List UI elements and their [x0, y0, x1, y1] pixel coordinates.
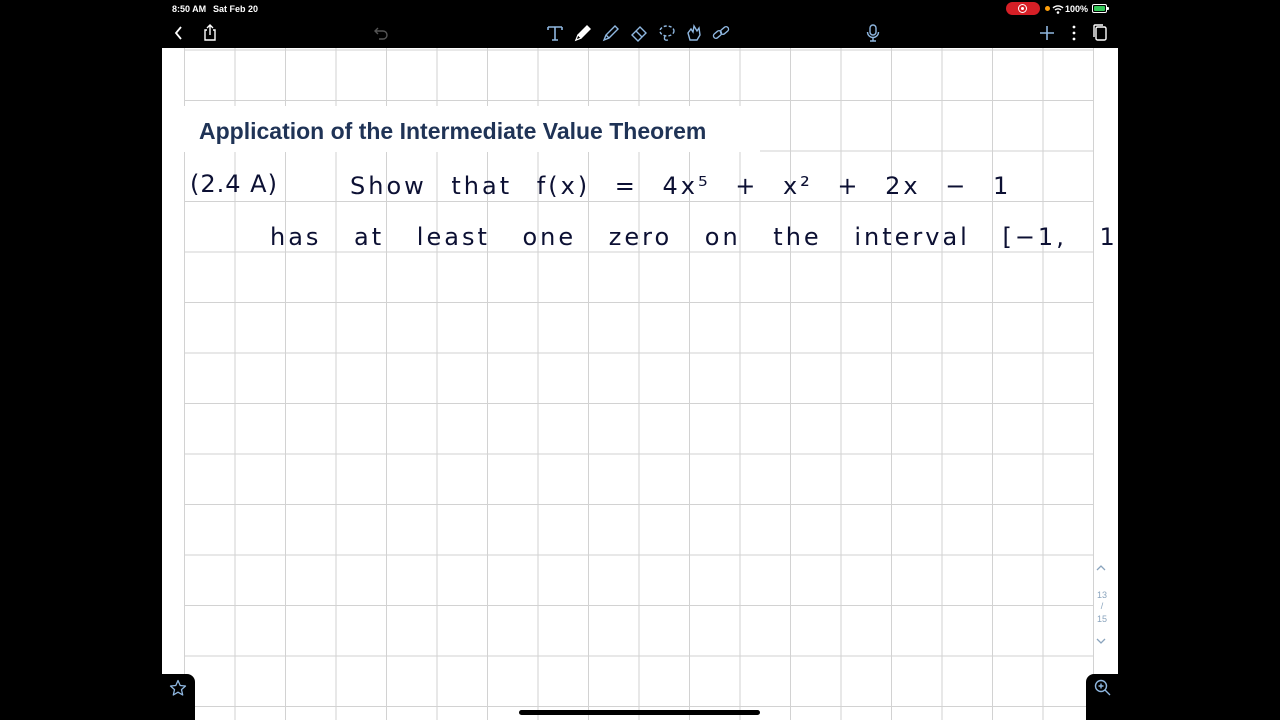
shapes-tool-button[interactable]	[683, 22, 705, 44]
notebook-page[interactable]: Application of the Intermediate Value Th…	[162, 48, 1118, 720]
share-icon	[204, 24, 216, 41]
text-tool-icon	[547, 26, 563, 41]
toolbar	[162, 18, 1118, 48]
pages-button[interactable]	[1089, 22, 1111, 44]
lasso-tool-button[interactable]	[656, 22, 678, 44]
favorite-button[interactable]	[162, 674, 195, 720]
add-page-icon	[1040, 26, 1054, 40]
page-down-button[interactable]	[1095, 637, 1107, 647]
chevron-down-icon	[1096, 638, 1106, 644]
more-icon	[1072, 25, 1076, 41]
microphone-icon	[866, 24, 880, 42]
eraser-tool-icon	[631, 26, 647, 42]
undo-icon	[374, 27, 388, 40]
page-navigation: 13 / 15	[1092, 560, 1112, 650]
pages-icon	[1093, 24, 1107, 41]
handwritten-line-2: has at least one zero on the interval [−…	[270, 223, 1118, 251]
share-button[interactable]	[199, 22, 221, 44]
problem-label: (2.4 A)	[190, 170, 278, 198]
battery-percentage: 100%	[1065, 4, 1089, 14]
lasso-tool-icon	[659, 25, 675, 41]
chevron-up-icon	[1096, 565, 1106, 571]
microphone-button[interactable]	[862, 22, 884, 44]
page-title: Application of the Intermediate Value Th…	[199, 118, 707, 144]
undo-button[interactable]	[370, 22, 392, 44]
screen-recording-indicator[interactable]	[1006, 2, 1040, 15]
microphone-in-use-dot	[1045, 6, 1050, 11]
back-icon	[174, 26, 182, 40]
star-icon	[169, 679, 187, 696]
highlighter-tool-icon	[602, 25, 619, 42]
shapes-tool-icon	[687, 24, 701, 41]
text-tool-button[interactable]	[544, 22, 566, 44]
handwritten-line-1: Show that f(x) = 4x⁵ + x² + 2x − 1	[350, 172, 1012, 200]
back-button[interactable]	[168, 22, 190, 44]
more-button[interactable]	[1063, 22, 1085, 44]
highlighter-tool-button[interactable]	[600, 22, 622, 44]
pen-tool-button[interactable]	[572, 22, 594, 44]
zoom-button[interactable]	[1086, 674, 1118, 720]
ipad-screen: 8:50 AM Sat Feb 20 100% Application of t…	[162, 0, 1118, 720]
status-date: Sat Feb 20	[213, 4, 259, 14]
record-icon	[1018, 4, 1027, 13]
home-indicator[interactable]	[519, 710, 760, 715]
eraser-tool-button[interactable]	[628, 22, 650, 44]
add-page-button[interactable]	[1036, 22, 1058, 44]
page-up-button[interactable]	[1095, 564, 1107, 574]
battery-icon	[1092, 4, 1109, 13]
pen-tool-icon	[574, 25, 591, 42]
battery-level	[1094, 6, 1105, 11]
link-tool-button[interactable]	[710, 22, 732, 44]
status-time: 8:50 AM	[172, 4, 207, 14]
status-bar: 8:50 AM Sat Feb 20 100%	[162, 0, 1118, 18]
total-pages: 15	[1096, 614, 1107, 624]
zoom-icon	[1094, 679, 1111, 696]
page-separator: /	[1100, 601, 1104, 611]
current-page-number: 13	[1096, 590, 1107, 600]
link-tool-icon	[712, 26, 730, 39]
